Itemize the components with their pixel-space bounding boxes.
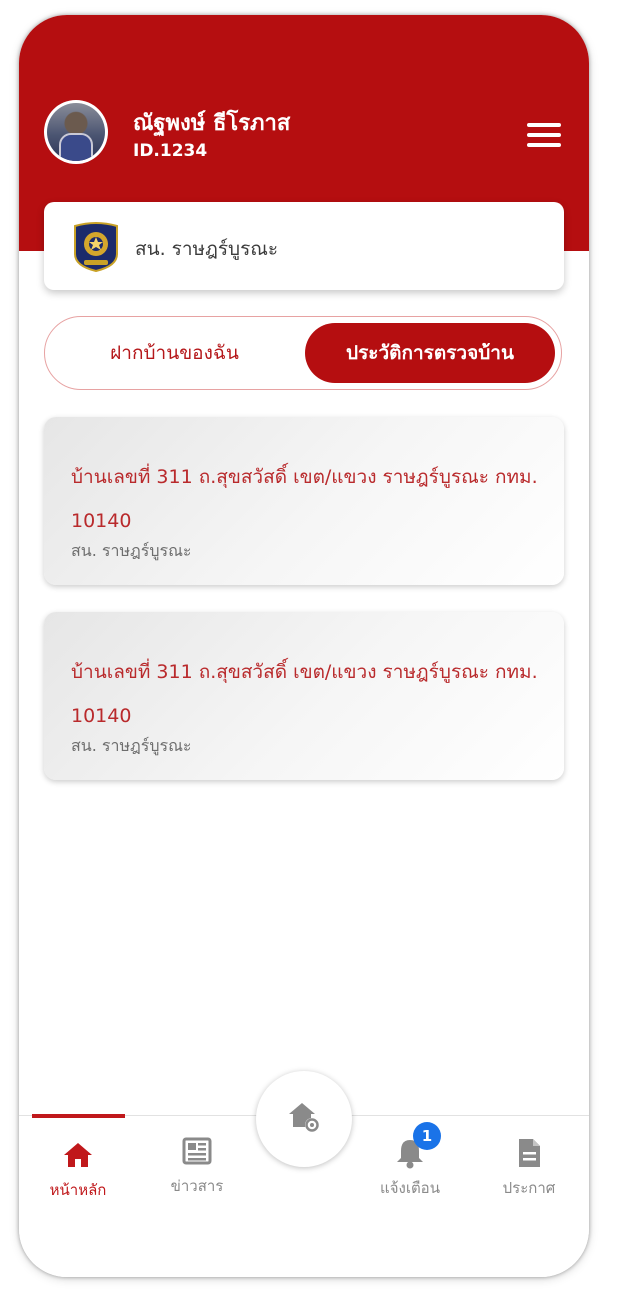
house-address: บ้านเลขที่ 311 ถ.สุขสวัสดิ์ เขต/แขวง ราษ… xyxy=(71,466,538,532)
hamburger-menu-icon[interactable] xyxy=(527,123,561,147)
nav-announcements[interactable]: ประกาศ xyxy=(474,1136,584,1200)
document-icon xyxy=(519,1139,540,1167)
house-card[interactable]: บ้านเลขที่ 311 ถ.สุขสวัสดิ์ เขต/แขวง ราษ… xyxy=(44,612,564,780)
add-house-button[interactable] xyxy=(256,1071,352,1167)
nav-news-label: ข่าวสาร xyxy=(170,1177,224,1195)
newspaper-icon xyxy=(182,1137,212,1165)
house-add-icon xyxy=(289,1103,319,1132)
nav-home[interactable]: หน้าหลัก xyxy=(23,1138,133,1202)
nav-home-label: หน้าหลัก xyxy=(49,1181,107,1199)
police-badge-icon xyxy=(74,222,118,272)
house-card[interactable]: บ้านเลขที่ 311 ถ.สุขสวัสดิ์ เขต/แขวง ราษ… xyxy=(44,417,564,585)
notification-count-badge: 1 xyxy=(413,1122,441,1150)
station-name: สน. ราษฎร์บูรณะ xyxy=(135,238,279,260)
house-station: สน. ราษฎร์บูรณะ xyxy=(71,736,192,755)
nav-notifications[interactable]: 1 แจ้งเตือน xyxy=(355,1122,465,1200)
avatar[interactable] xyxy=(44,100,108,164)
nav-notifications-label: แจ้งเตือน xyxy=(380,1179,440,1197)
nav-announcements-label: ประกาศ xyxy=(502,1179,556,1197)
house-address: บ้านเลขที่ 311 ถ.สุขสวัสดิ์ เขต/แขวง ราษ… xyxy=(71,661,538,727)
tab-inspection-history[interactable]: ประวัติการตรวจบ้าน xyxy=(305,323,555,383)
user-name: ณัฐพงษ์ ธีโรภาส xyxy=(133,111,291,136)
user-id: ID.1234 xyxy=(133,141,208,161)
tab-my-house[interactable]: ฝากบ้านของฉัน xyxy=(51,323,298,383)
home-icon xyxy=(64,1143,92,1167)
nav-news[interactable]: ข่าวสาร xyxy=(142,1134,252,1198)
phone-screen: ณัฐพงษ์ ธีโรภาส ID.1234 สน. ราษฎร์บูรณะ … xyxy=(19,15,589,1277)
station-card[interactable]: สน. ราษฎร์บูรณะ xyxy=(44,202,564,290)
tab-switcher: ฝากบ้านของฉัน ประวัติการตรวจบ้าน xyxy=(44,316,562,390)
house-station: สน. ราษฎร์บูรณะ xyxy=(71,541,192,560)
active-tab-indicator xyxy=(32,1114,125,1118)
avatar-photo xyxy=(47,103,105,161)
